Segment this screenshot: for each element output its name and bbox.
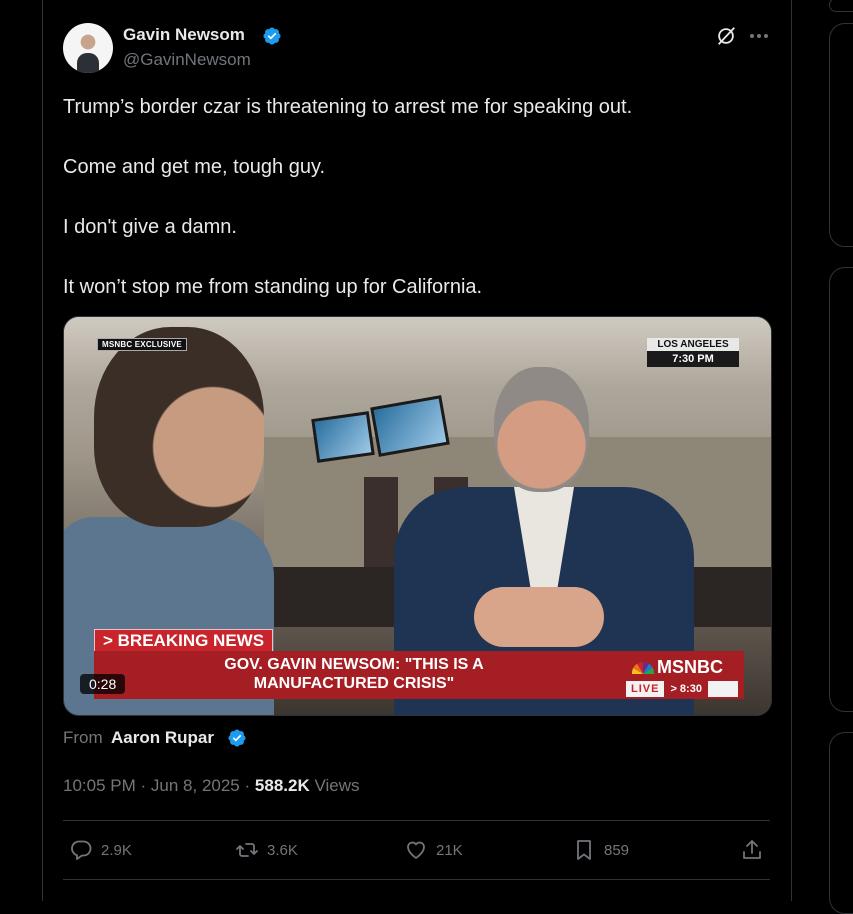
author-handle[interactable]: @GavinNewsom — [123, 50, 251, 70]
source-author-name[interactable]: Aaron Rupar — [111, 728, 214, 748]
tweet-text: Trump’s border czar is threatening to ar… — [63, 92, 763, 332]
repost-icon — [236, 843, 258, 857]
peacock-icon — [632, 662, 654, 675]
tweet-paragraph: Trump’s border czar is threatening to ar… — [63, 96, 633, 118]
tweet-date[interactable]: Jun 8, 2025 — [151, 776, 240, 795]
lower-third: GOV. GAVIN NEWSOM: "THIS IS A MANUFACTUR… — [94, 651, 744, 699]
bookmark-button[interactable]: 859 — [572, 836, 629, 864]
heart-icon — [407, 841, 425, 859]
bookmark-icon — [577, 840, 591, 860]
exclusive-tag: MSNBC EXCLUSIVE — [97, 338, 187, 351]
avatar[interactable] — [63, 23, 113, 73]
meta-separator: · — [140, 776, 147, 795]
grok-icon[interactable] — [715, 25, 737, 47]
divider — [63, 879, 770, 880]
views-count: 588.2K — [254, 776, 310, 795]
author-display-name[interactable]: Gavin Newsom — [123, 25, 245, 45]
sidebar-card — [829, 23, 853, 247]
like-count: 21K — [436, 841, 463, 859]
sidebar-card — [829, 267, 853, 712]
breaking-news-banner: > BREAKING NEWS — [94, 629, 274, 653]
bookmark-count: 859 — [604, 841, 630, 859]
time-tag: 7:30 PM — [647, 351, 739, 367]
video-duration: 0:28 — [80, 674, 126, 694]
tweet-paragraph: Come and get me, tough guy. — [63, 156, 326, 178]
live-indicator: LIVE > 8:30 — [626, 681, 738, 697]
verified-badge-icon[interactable] — [262, 26, 282, 46]
meta-separator: · — [244, 776, 251, 795]
repost-button[interactable]: 3.6K — [235, 836, 298, 864]
timeline-right-border — [791, 0, 792, 901]
tweet-paragraph: I don't give a damn. — [63, 216, 237, 238]
more-options-icon[interactable] — [749, 33, 769, 39]
like-button[interactable]: 21K — [404, 836, 463, 864]
headline-line: GOV. GAVIN NEWSOM: "THIS IS A — [224, 656, 484, 673]
network-logo: MSNBC — [632, 657, 723, 678]
location-tag: LOS ANGELES — [647, 338, 739, 351]
from-label: From — [63, 728, 103, 747]
share-button[interactable] — [740, 836, 772, 864]
repost-count: 3.6K — [267, 841, 298, 859]
tweet-meta: 10:05 PM · Jun 8, 2025 · 588.2K Views — [63, 776, 360, 796]
tweet-paragraph: It won’t stop me from standing up for Ca… — [63, 276, 483, 298]
live-label: LIVE — [631, 683, 660, 695]
reply-button[interactable]: 2.9K — [69, 836, 132, 864]
headline-line: MANUFACTURED CRISIS" — [253, 675, 455, 692]
video-player[interactable]: MSNBC EXCLUSIVE LOS ANGELES 7:30 PM > BR… — [63, 316, 772, 716]
timeline-left-border — [42, 0, 43, 901]
divider — [63, 820, 770, 821]
next-show-time: > 8:30 — [664, 681, 708, 697]
share-icon — [743, 840, 761, 859]
reply-icon — [71, 840, 92, 860]
views-label: Views — [314, 776, 360, 795]
tweet-time[interactable]: 10:05 PM — [63, 776, 136, 795]
sidebar-card — [829, 0, 853, 12]
reply-count: 2.9K — [101, 841, 132, 859]
sidebar-card — [829, 732, 853, 914]
verified-badge-icon[interactable] — [227, 728, 247, 748]
headline: GOV. GAVIN NEWSOM: "THIS IS A MANUFACTUR… — [154, 655, 554, 693]
